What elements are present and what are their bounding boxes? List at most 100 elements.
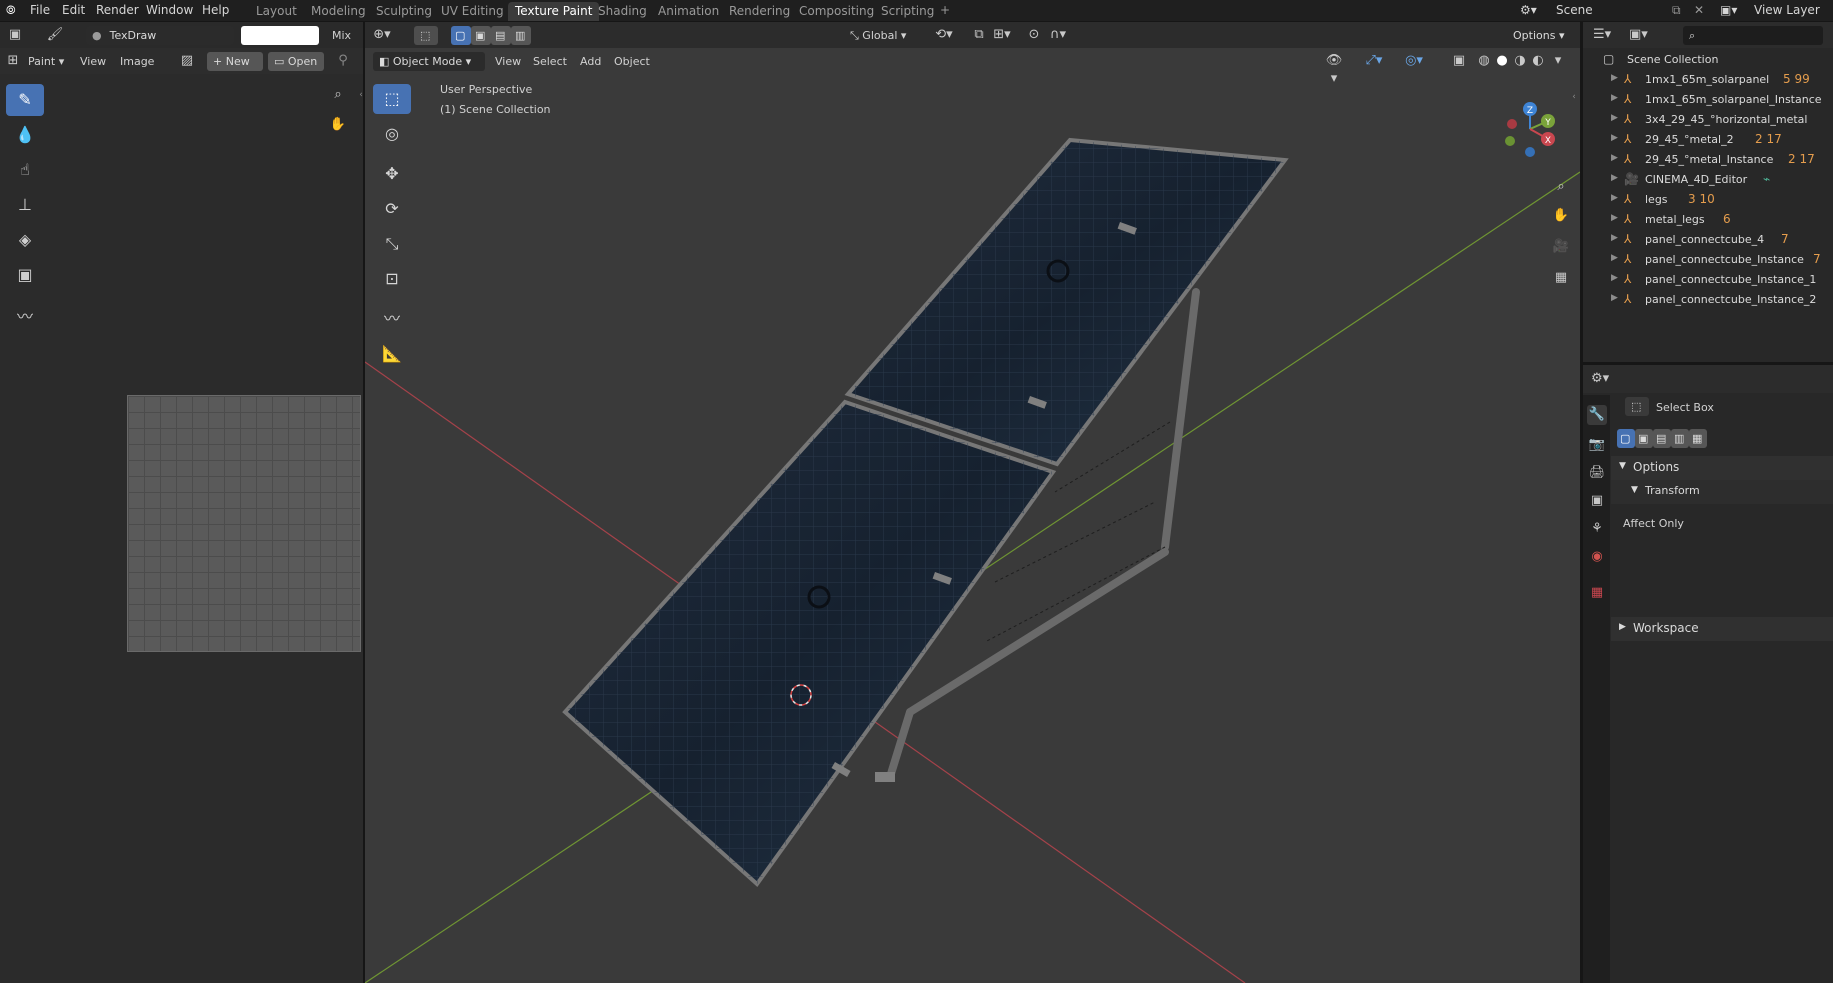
expand-arrow-icon[interactable]: ▶ bbox=[1611, 73, 1618, 83]
scene-tab-icon[interactable]: ⚘ bbox=[1587, 519, 1607, 539]
options-dropdown[interactable]: Options ▾ bbox=[1507, 26, 1573, 45]
blend-mode-label[interactable]: Mix bbox=[332, 29, 351, 42]
tab-modeling[interactable]: Modeling bbox=[304, 2, 373, 21]
mode-extend-icon[interactable]: ▣ bbox=[1635, 429, 1653, 448]
scene-selector-icon[interactable]: ⚙▾ bbox=[1520, 3, 1537, 17]
expand-arrow-icon[interactable]: ▶ bbox=[1611, 133, 1618, 143]
expand-arrow-icon[interactable]: ▶ bbox=[1611, 113, 1618, 123]
scene-name[interactable]: Scene bbox=[1556, 3, 1593, 17]
mode-subtract-icon[interactable]: ▤ bbox=[1653, 429, 1671, 448]
select-intersect-icon[interactable]: ▥ bbox=[511, 26, 531, 45]
list-item[interactable]: ▶ ⅄ metal_legs 6 bbox=[1583, 210, 1833, 230]
move-tool[interactable]: ✥ bbox=[373, 159, 411, 189]
zoom-icon[interactable]: ⌕ bbox=[329, 86, 347, 104]
select-new-icon[interactable]: ▢ bbox=[451, 26, 471, 45]
list-item[interactable]: ▶ 🎥 CINEMA_4D_Editor ⌁ bbox=[1583, 170, 1833, 190]
sidebar-toggle-icon[interactable]: ‹ bbox=[1565, 88, 1580, 106]
draw-tool-button[interactable]: ✎ bbox=[6, 84, 44, 116]
measure-tool[interactable]: 📐 bbox=[373, 339, 411, 369]
gizmo-toggle-icon[interactable]: ⤢▾ bbox=[1365, 52, 1383, 70]
world-tab-icon[interactable]: ◉ bbox=[1587, 547, 1607, 567]
mode-difference-icon[interactable]: ▥ bbox=[1671, 429, 1689, 448]
menu-help[interactable]: Help bbox=[202, 3, 229, 17]
menu-view[interactable]: View bbox=[80, 55, 106, 68]
menu-select[interactable]: Select bbox=[533, 55, 567, 68]
list-item[interactable]: ▶ ⅄ 1mx1_65m_solarpanel 5 99 bbox=[1583, 70, 1833, 90]
workspace-panel-header[interactable]: ▶ Workspace bbox=[1611, 617, 1833, 641]
falloff-icon[interactable]: ∩▾ bbox=[1049, 26, 1067, 44]
tab-compositing[interactable]: Compositing bbox=[792, 2, 881, 21]
select-box-icon[interactable]: ⬚ bbox=[414, 26, 438, 45]
select-box-tool[interactable]: ⬚ bbox=[373, 84, 411, 114]
tab-animation[interactable]: Animation bbox=[651, 2, 726, 21]
navigation-gizmo[interactable]: Z Y X bbox=[1490, 84, 1570, 174]
open-image-button[interactable]: ▭ Open bbox=[268, 52, 324, 71]
mode-dropdown[interactable]: Paint ▾ bbox=[28, 55, 64, 68]
camera-view-icon[interactable]: 🎥 bbox=[1552, 238, 1570, 256]
mode-intersect-icon[interactable]: ▦ bbox=[1689, 429, 1707, 448]
select-box-tool-icon[interactable]: ⬚ bbox=[1625, 397, 1649, 416]
list-item[interactable]: ▶ ⅄ panel_connectcube_Instance_2 bbox=[1583, 290, 1833, 310]
brush-name-field[interactable]: ● TexDraw bbox=[86, 26, 234, 45]
output-tab-icon[interactable]: 🖨 bbox=[1587, 463, 1607, 483]
list-item[interactable]: ▶ ⅄ legs 3 10 bbox=[1583, 190, 1833, 210]
expand-arrow-icon[interactable]: ▶ bbox=[1611, 253, 1618, 263]
expand-arrow-icon[interactable]: ▶ bbox=[1611, 213, 1618, 223]
expand-arrow-icon[interactable]: ▶ bbox=[1611, 233, 1618, 243]
transform-tool[interactable]: ⊡ bbox=[373, 264, 411, 294]
menu-file[interactable]: File bbox=[30, 3, 50, 17]
menu-edit[interactable]: Edit bbox=[62, 3, 85, 17]
xray-icon[interactable]: ▣ bbox=[1450, 52, 1468, 70]
pan-view-hand-icon[interactable]: ✋ bbox=[1552, 207, 1570, 225]
tool-tab-icon[interactable]: 🔧 bbox=[1587, 405, 1607, 425]
editor-type-icon[interactable]: ⊕▾ bbox=[373, 26, 391, 44]
menu-render[interactable]: Render bbox=[96, 3, 139, 17]
tab-rendering[interactable]: Rendering bbox=[722, 2, 797, 21]
menu-window[interactable]: Window bbox=[146, 3, 193, 17]
proportional-edit-icon[interactable]: ⊙ bbox=[1025, 26, 1043, 44]
image-canvas[interactable] bbox=[127, 395, 361, 652]
view-layer-tab-icon[interactable]: ▣ bbox=[1587, 491, 1607, 511]
scene-collection-row[interactable]: ▢ Scene Collection bbox=[1583, 50, 1833, 70]
brush-color-swatch[interactable] bbox=[241, 26, 319, 45]
add-workspace-icon[interactable]: + bbox=[940, 3, 950, 17]
zoom-view-icon[interactable]: ⌕ bbox=[1552, 178, 1570, 196]
tab-shading[interactable]: Shading bbox=[591, 2, 654, 21]
expand-arrow-icon[interactable]: ▶ bbox=[1611, 273, 1618, 283]
clone-tool-button[interactable]: ⊥ bbox=[6, 189, 44, 221]
tab-texture-paint[interactable]: Texture Paint bbox=[508, 2, 600, 21]
expand-arrow-icon[interactable]: ▶ bbox=[1611, 193, 1618, 203]
list-item[interactable]: ▶ ⅄ 1mx1_65m_solarpanel_Instance bbox=[1583, 90, 1833, 110]
select-extend-icon[interactable]: ▣ bbox=[471, 26, 491, 45]
annotate-tool-button[interactable]: 〰 bbox=[6, 301, 44, 333]
material-shading-icon[interactable]: ◑ bbox=[1511, 52, 1529, 70]
menu-view[interactable]: View bbox=[495, 55, 521, 68]
mask-tool-button[interactable]: ▣ bbox=[6, 259, 44, 291]
scale-tool[interactable]: ⤡ bbox=[373, 229, 411, 259]
soften-tool-button[interactable]: 💧 bbox=[6, 119, 44, 151]
snap-icon[interactable]: ⧉ bbox=[970, 26, 988, 44]
expand-arrow-icon[interactable]: ▶ bbox=[1611, 93, 1618, 103]
delete-scene-icon[interactable]: ✕ bbox=[1694, 3, 1704, 17]
expand-arrow-icon[interactable]: ▶ bbox=[1611, 293, 1618, 303]
3d-viewport[interactable]: ⊕▾ ⬚ ▢ ▣ ▤ ▥ ⤡ Global ▾ ⟲▾ ⧉ ⊞▾ ⊙ ∩▾ Opt… bbox=[365, 22, 1580, 983]
outliner-type-icon[interactable]: ☰▾ bbox=[1593, 26, 1611, 44]
overlays-icon[interactable]: ◎▾ bbox=[1405, 52, 1423, 70]
orientation-dropdown[interactable]: ⤡ Global ▾ bbox=[850, 29, 906, 43]
new-image-button[interactable]: + New bbox=[207, 52, 263, 71]
list-item[interactable]: ▶ ⅄ panel_connectcube_Instance 7 bbox=[1583, 250, 1833, 270]
tab-scripting[interactable]: Scripting bbox=[874, 2, 941, 21]
list-item[interactable]: ▶ ⅄ panel_connectcube_4 7 bbox=[1583, 230, 1833, 250]
snap-target-icon[interactable]: ⊞▾ bbox=[993, 26, 1011, 44]
mode-new-icon[interactable]: ▢ bbox=[1617, 429, 1635, 448]
menu-image[interactable]: Image bbox=[120, 55, 154, 68]
view-layer-name[interactable]: View Layer bbox=[1754, 3, 1820, 17]
display-mode-icon[interactable]: ▣▾ bbox=[1629, 26, 1648, 44]
expand-arrow-icon[interactable]: ▶ bbox=[1611, 153, 1618, 163]
image-browse-icon[interactable]: ▨ bbox=[178, 52, 196, 70]
pin-icon[interactable]: ⚲ bbox=[334, 52, 352, 70]
solid-shading-icon[interactable]: ● bbox=[1493, 52, 1511, 70]
annotate-tool[interactable]: 〰 bbox=[373, 304, 411, 334]
object-mode-dropdown[interactable]: ◧ Object Mode ▾ bbox=[373, 52, 485, 71]
tab-uv-editing[interactable]: UV Editing bbox=[434, 2, 511, 21]
